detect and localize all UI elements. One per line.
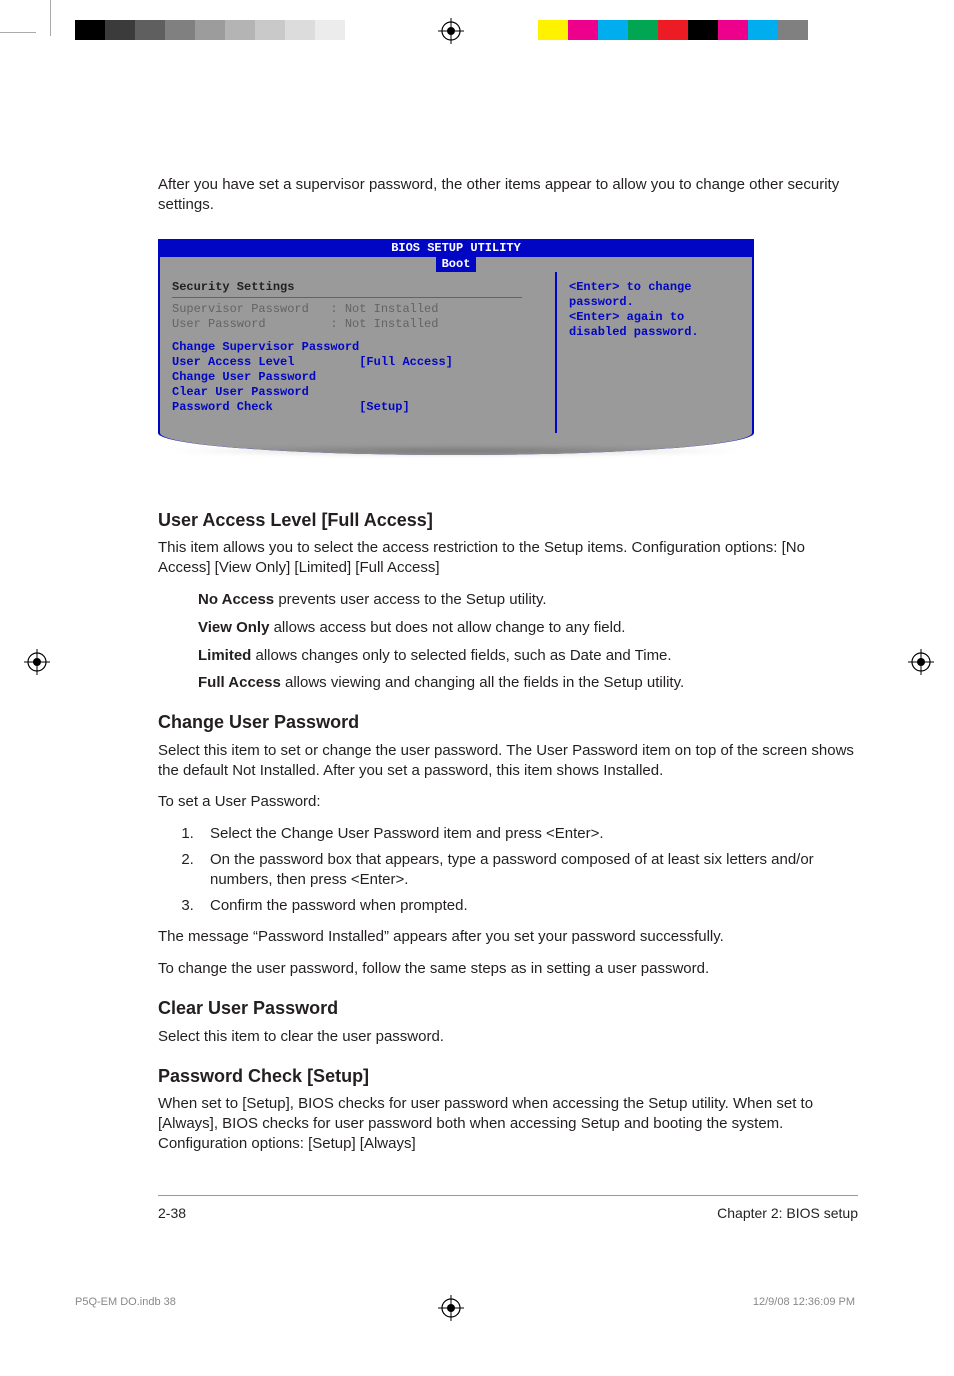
registration-mark-icon: [438, 18, 464, 44]
bios-row: Change Supervisor Password: [172, 340, 543, 355]
list-item: On the password box that appears, type a…: [198, 850, 858, 890]
list-item: Confirm the password when prompted.: [198, 896, 858, 916]
heading-user-access-level: User Access Level [Full Access]: [158, 509, 858, 533]
registration-mark-icon: [24, 649, 50, 675]
bios-panel: BIOS SETUP UTILITY Boot Security Setting…: [158, 239, 754, 455]
body-text: The message “Password Installed” appears…: [158, 927, 858, 947]
bios-row: Clear User Password: [172, 385, 543, 400]
bios-row: User Access Level [Full Access]: [172, 355, 543, 370]
heading-password-check: Password Check [Setup]: [158, 1065, 858, 1089]
body-text: To set a User Password:: [158, 792, 858, 812]
heading-change-user-password: Change User Password: [158, 711, 858, 735]
bios-tab-boot: Boot: [436, 257, 477, 272]
body-text: Select this item to set or change the us…: [158, 741, 858, 781]
bios-section-title: Security Settings: [172, 280, 543, 295]
option-no-access: No Access prevents user access to the Se…: [198, 590, 858, 610]
bios-row: Supervisor Password : Not Installed: [172, 302, 543, 317]
bios-main-pane: Security Settings Supervisor Password : …: [160, 272, 555, 433]
body-text: Select this item to clear the user passw…: [158, 1027, 858, 1047]
torn-edge: [158, 433, 754, 455]
grayscale-bar: [75, 20, 375, 40]
heading-clear-user-password: Clear User Password: [158, 997, 858, 1021]
crop-mark: [50, 0, 51, 36]
body-text: To change the user password, follow the …: [158, 959, 858, 979]
registration-mark-icon: [908, 649, 934, 675]
page-number: 2-38: [158, 1205, 186, 1221]
bios-row: Password Check [Setup]: [172, 400, 543, 415]
option-view-only: View Only allows access but does not all…: [198, 618, 858, 638]
option-full-access: Full Access allows viewing and changing …: [198, 673, 858, 693]
chapter-title: Chapter 2: BIOS setup: [717, 1205, 858, 1221]
crop-mark: [0, 32, 36, 33]
body-text: When set to [Setup], BIOS checks for use…: [158, 1094, 858, 1153]
intro-text: After you have set a supervisor password…: [158, 175, 858, 215]
bios-row: Change User Password: [172, 370, 543, 385]
bios-row: User Password : Not Installed: [172, 317, 543, 332]
print-timestamp: 12/9/08 12:36:09 PM: [753, 1296, 855, 1308]
option-limited: Limited allows changes only to selected …: [198, 646, 858, 666]
body-text: This item allows you to select the acces…: [158, 538, 858, 578]
bios-tabs: Boot: [158, 257, 754, 272]
divider: [172, 297, 522, 298]
bios-title: BIOS SETUP UTILITY: [158, 239, 754, 257]
steps-list: Select the Change User Password item and…: [158, 824, 858, 915]
color-bar: [538, 20, 808, 40]
divider: [158, 1195, 858, 1196]
bios-help-pane: <Enter> to change password. <Enter> agai…: [557, 272, 752, 433]
list-item: Select the Change User Password item and…: [198, 824, 858, 844]
print-file: P5Q-EM DO.indb 38: [75, 1296, 176, 1308]
